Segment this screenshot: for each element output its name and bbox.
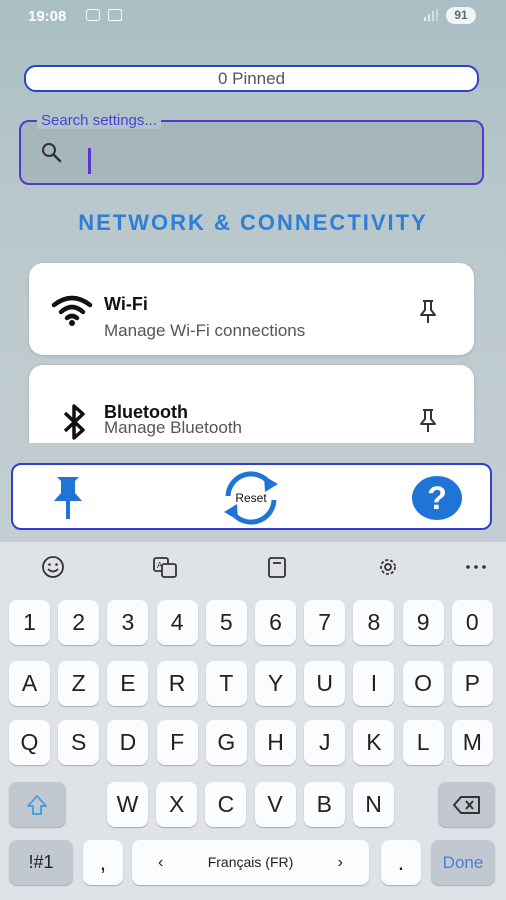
reset-button[interactable]: Reset [218,470,284,526]
chevron-right-icon: › [337,854,343,871]
item-description: Manage Bluetooth [104,418,242,437]
keyboard: A 1234567890AZERTYUIOPQSDFGHJKLMWXCVBN !… [0,542,506,900]
symbols-key[interactable]: !#1 [9,840,73,885]
app-screen: 19:08 91 0 Pinned Search settings... NET… [0,0,506,542]
key-q[interactable]: Q [9,720,50,765]
done-key[interactable]: Done [431,840,495,885]
key-j[interactable]: J [304,720,346,765]
key-b[interactable]: B [303,782,345,827]
key-y[interactable]: Y [255,661,296,706]
language-label: Français (FR) [207,854,294,870]
key-i[interactable]: I [353,661,395,706]
key-r[interactable]: R [156,661,198,706]
search-label: Search settings... [37,112,161,129]
svg-text:A: A [157,561,163,570]
wifi-icon [51,295,93,326]
key-t[interactable]: T [205,661,247,706]
key-w[interactable]: W [107,782,148,827]
key-g[interactable]: G [205,720,247,765]
clipboard-icon[interactable] [264,554,290,580]
keyboard-toolbar: A [0,542,506,592]
backspace-icon [453,796,480,814]
calendar-icon [108,9,122,21]
item-description: Manage Wi-Fi connections [104,321,306,340]
search-input[interactable] [91,136,475,174]
key-n[interactable]: N [353,782,394,827]
key-4[interactable]: 4 [156,600,198,645]
pinned-counter[interactable]: 0 Pinned [24,65,479,92]
chevron-left-icon: ‹ [158,854,164,871]
key-1[interactable]: 1 [9,600,50,645]
key-3[interactable]: 3 [107,600,149,645]
pin-icon[interactable] [418,299,438,325]
key-m[interactable]: M [451,720,493,765]
reset-label: Reset [235,491,267,505]
translate-icon[interactable]: A [152,554,178,580]
key-p[interactable]: P [451,661,493,706]
search-field[interactable]: Search settings... [19,112,484,185]
settings-item-wifi[interactable]: Wi-Fi Manage Wi-Fi connections [29,263,474,355]
pin-icon[interactable] [418,408,438,434]
key-o[interactable]: O [402,661,444,706]
space-key[interactable]: ‹ Français (FR) › [132,840,369,885]
pin-button[interactable] [51,475,85,521]
item-title: Wi-Fi [104,294,148,314]
bottom-action-bar: Reset ? [11,463,492,530]
key-a[interactable]: A [9,661,50,706]
key-z[interactable]: Z [58,661,100,706]
shift-icon [27,795,47,815]
help-button[interactable]: ? [412,476,462,520]
section-title: NETWORK & CONNECTIVITY [78,210,428,235]
status-bar: 19:08 91 [0,0,506,34]
key-0[interactable]: 0 [451,600,493,645]
key-7[interactable]: 7 [304,600,346,645]
key-f[interactable]: F [156,720,198,765]
signal-icon [424,9,438,21]
help-icon: ? [427,480,447,516]
battery-indicator: 91 [446,7,476,24]
key-k[interactable]: K [353,720,395,765]
comma-key[interactable]: , [83,840,123,885]
key-6[interactable]: 6 [255,600,296,645]
bluetooth-icon [63,404,85,440]
key-v[interactable]: V [254,782,296,827]
key-5[interactable]: 5 [205,600,247,645]
status-time: 19:08 [28,8,67,25]
screen-record-icon [86,9,100,21]
more-icon[interactable] [463,554,489,580]
period-key[interactable]: . [381,840,421,885]
key-u[interactable]: U [304,661,346,706]
key-9[interactable]: 9 [402,600,444,645]
key-h[interactable]: H [255,720,296,765]
emoji-icon[interactable] [40,554,66,580]
key-x[interactable]: X [156,782,198,827]
search-icon [42,143,62,163]
settings-icon[interactable] [375,554,401,580]
key-2[interactable]: 2 [58,600,100,645]
key-d[interactable]: D [107,720,149,765]
key-e[interactable]: E [107,661,149,706]
backspace-key[interactable] [438,782,495,827]
settings-item-bluetooth[interactable]: Bluetooth Manage Bluetooth [29,365,474,443]
key-c[interactable]: C [205,782,247,827]
shift-key[interactable] [9,782,66,827]
key-l[interactable]: L [402,720,444,765]
settings-list: Wi-Fi Manage Wi-Fi connections Bluetooth… [0,258,506,443]
key-s[interactable]: S [58,720,100,765]
key-8[interactable]: 8 [353,600,395,645]
